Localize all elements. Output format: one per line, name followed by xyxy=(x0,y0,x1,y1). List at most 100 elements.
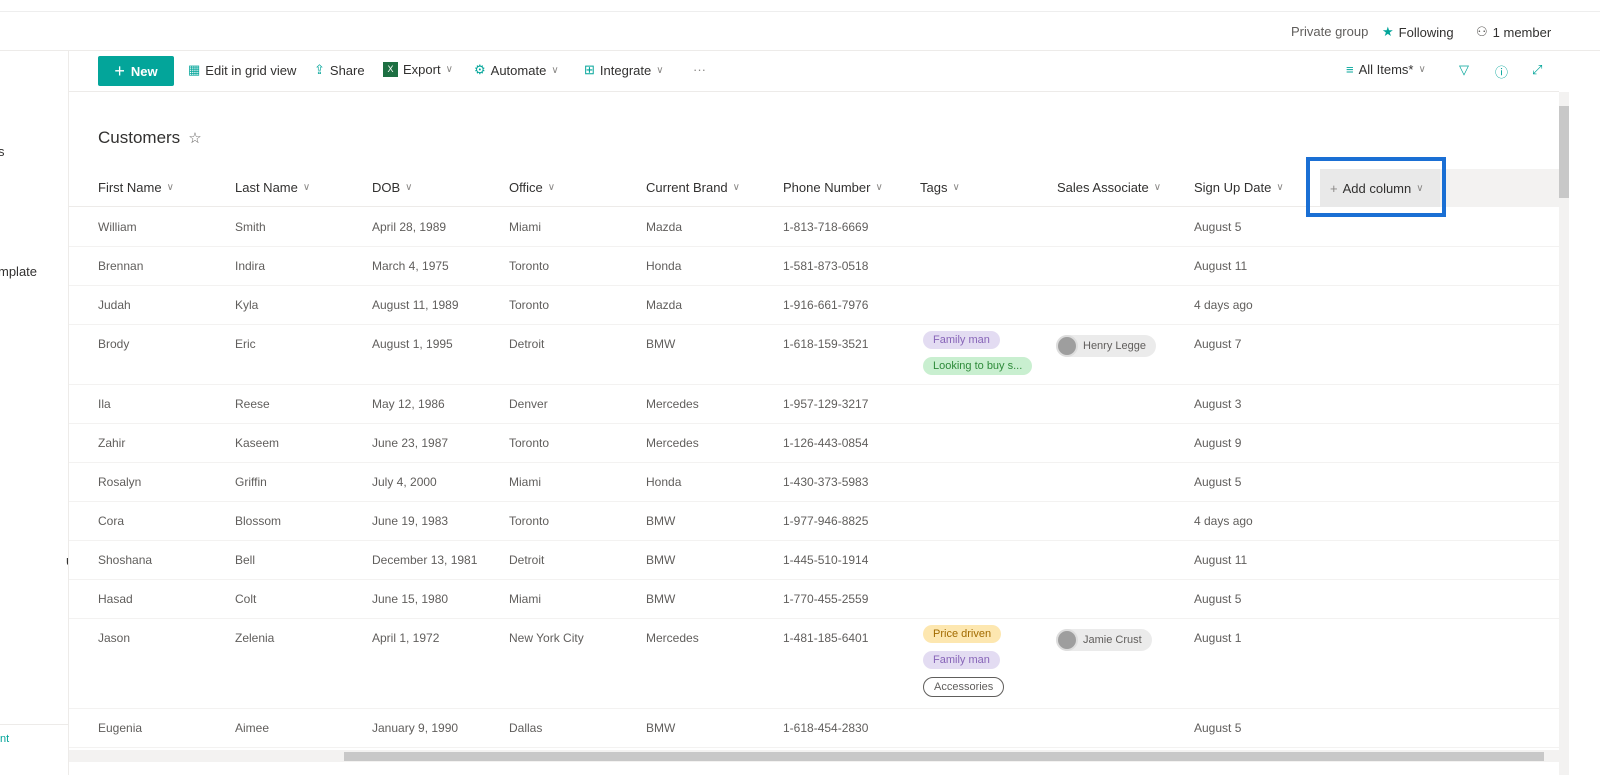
vertical-scroll-thumb[interactable] xyxy=(1559,106,1569,198)
privacy-label: Private group xyxy=(1291,24,1369,39)
table-cell: January 9, 1990 xyxy=(372,721,459,735)
column-header[interactable]: First Name ∨ xyxy=(98,180,174,195)
integrate-button[interactable]: ⊞ Integrate ∨ xyxy=(584,62,664,78)
expand-button[interactable]: ⤢ xyxy=(1532,62,1542,78)
table-cell: Mercedes xyxy=(646,631,699,645)
table-cell: Toronto xyxy=(509,259,550,273)
more-button[interactable]: ··· xyxy=(693,62,706,77)
header-fill xyxy=(1440,169,1559,207)
new-button[interactable]: + New xyxy=(98,56,174,86)
table-cell: 1-445-510-1914 xyxy=(783,553,869,567)
table-cell: William xyxy=(98,220,137,234)
favorite-star-icon[interactable]: ☆ xyxy=(188,129,201,147)
person-chip[interactable]: Henry Legge xyxy=(1056,335,1156,357)
signup-date: 4 days ago xyxy=(1194,514,1253,528)
table-cell: 1-916-661-7976 xyxy=(783,298,869,312)
chevron-down-icon: ∨ xyxy=(952,182,960,193)
table-cell: Hasad xyxy=(98,592,133,606)
table-cell: Rosalyn xyxy=(98,475,142,489)
table-cell: Griffin xyxy=(235,475,267,489)
grid-icon: ▦ xyxy=(188,62,201,77)
table-cell: BMW xyxy=(646,553,676,567)
highlight-box xyxy=(1306,157,1446,217)
nav-item[interactable]: s xyxy=(0,144,5,159)
command-bar: + New ▦ Edit in grid view ⇪ Share X Export ∨ … xyxy=(69,51,1559,92)
table-row[interactable]: Brennan Indira March 4, 1975 Toronto Honda 1-… xyxy=(69,247,1559,286)
members-button[interactable]: ⚇ 1 member xyxy=(1476,24,1551,40)
signup-date: August 7 xyxy=(1194,337,1242,351)
list-rows: William Smith April 28, 1989 Miami Mazda 1-81… xyxy=(69,208,1559,748)
chevron-down-icon: ∨ xyxy=(656,64,664,76)
column-header[interactable]: Sales Associate ∨ xyxy=(1057,180,1161,195)
table-cell: Colt xyxy=(235,592,257,606)
table-cell: Eugenia xyxy=(98,721,143,735)
horizontal-scroll-thumb[interactable] xyxy=(344,752,1544,761)
table-row[interactable]: Eugenia Aimee January 9, 1990 Dallas BMW 1-61… xyxy=(69,709,1559,748)
chevron-down-icon: ∨ xyxy=(875,182,883,193)
automate-button[interactable]: ⚙ Automate ∨ xyxy=(474,62,559,78)
table-cell: 1-618-159-3521 xyxy=(783,337,869,351)
table-cell: BMW xyxy=(646,337,676,351)
chevron-down-icon: ∨ xyxy=(1153,182,1162,193)
table-row[interactable]: Zahir Kaseem June 23, 1987 Toronto Mercedes 1… xyxy=(69,424,1559,463)
filter-button[interactable]: ▽ xyxy=(1459,62,1469,78)
table-cell: Miami xyxy=(509,220,541,234)
view-selector[interactable]: ≡ All Items* ∨ xyxy=(1346,62,1426,77)
column-header[interactable]: Phone Number ∨ xyxy=(783,180,883,195)
table-row[interactable]: Rosalyn Griffin July 4, 2000 Miami Honda 1-43… xyxy=(69,463,1559,502)
chevron-down-icon: ∨ xyxy=(445,64,453,75)
table-cell: 1-977-946-8825 xyxy=(783,514,869,528)
signup-date: August 3 xyxy=(1194,397,1242,411)
table-cell: August 11, 1989 xyxy=(372,298,459,312)
table-cell: 1-618-454-2830 xyxy=(783,721,869,735)
column-header[interactable]: Sign Up Date ∨ xyxy=(1194,180,1284,195)
chevron-down-icon: ∨ xyxy=(551,64,559,76)
table-cell: Detroit xyxy=(509,553,545,567)
table-cell: April 28, 1989 xyxy=(372,220,447,234)
table-cell: June 15, 1980 xyxy=(372,592,449,606)
table-cell: Zelenia xyxy=(235,631,275,645)
table-cell: Kyla xyxy=(235,298,259,312)
following-button[interactable]: ★ Following xyxy=(1382,24,1454,40)
signup-date: August 11 xyxy=(1194,553,1248,567)
edit-grid-button[interactable]: ▦ Edit in grid view xyxy=(188,62,296,78)
signup-date: 4 days ago xyxy=(1194,298,1253,312)
export-button[interactable]: X Export ∨ xyxy=(383,62,453,77)
table-row[interactable]: Hasad Colt June 15, 1980 Miami BMW 1-770-455-… xyxy=(69,580,1559,619)
table-row[interactable]: Shoshana Bell December 13, 1981 Detroit BMW 1… xyxy=(69,541,1559,580)
column-header[interactable]: DOB ∨ xyxy=(372,180,413,195)
table-cell: July 4, 2000 xyxy=(372,475,437,489)
table-row[interactable]: Judah Kyla August 11, 1989 Toronto Mazda 1-91… xyxy=(69,286,1559,325)
table-cell: BMW xyxy=(646,514,676,528)
column-header[interactable]: Last Name ∨ xyxy=(235,180,310,195)
column-header[interactable]: Current Brand ∨ xyxy=(646,180,740,195)
table-cell: March 4, 1975 xyxy=(372,259,449,273)
chevron-down-icon: ∨ xyxy=(405,182,413,193)
table-cell: Kaseem xyxy=(235,436,280,450)
person-icon: ⚇ xyxy=(1476,24,1488,39)
info-button[interactable]: ⓘ xyxy=(1495,62,1508,81)
tag-pill: Accessories xyxy=(923,677,1005,697)
column-header[interactable]: Office ∨ xyxy=(509,180,555,195)
share-button[interactable]: ⇪ Share xyxy=(314,62,365,78)
table-cell: 1-481-185-6401 xyxy=(783,631,869,645)
list-title: Customers ☆ xyxy=(98,128,202,147)
nav-item[interactable]: mplate xyxy=(0,264,37,279)
table-cell: Mazda xyxy=(646,220,683,234)
table-row[interactable]: Jason Zelenia April 1, 1972 New York City Me… xyxy=(69,619,1559,709)
person-chip[interactable]: Jamie Crust xyxy=(1056,629,1152,651)
integrate-icon: ⊞ xyxy=(584,62,595,77)
table-row[interactable]: Brody Eric August 1, 1995 Detroit BMW 1-618-1… xyxy=(69,325,1559,385)
table-cell: May 12, 1986 xyxy=(372,397,445,411)
signup-date: August 11 xyxy=(1194,259,1248,273)
table-row[interactable]: Cora Blossom June 19, 1983 Toronto BMW 1-977-… xyxy=(69,502,1559,541)
signup-date: August 9 xyxy=(1194,436,1242,450)
table-cell: Eric xyxy=(235,337,256,351)
table-cell: Mercedes xyxy=(646,436,699,450)
tags-cell: Price driven Family man Accessories xyxy=(923,625,1005,697)
signup-date: August 5 xyxy=(1194,220,1242,234)
table-row[interactable]: Ila Reese May 12, 1986 Denver Mercedes 1-957-… xyxy=(69,385,1559,424)
nav-link[interactable]: nt xyxy=(0,733,9,745)
tag-pill: Family man xyxy=(923,331,1000,349)
column-header[interactable]: Tags ∨ xyxy=(920,180,960,195)
